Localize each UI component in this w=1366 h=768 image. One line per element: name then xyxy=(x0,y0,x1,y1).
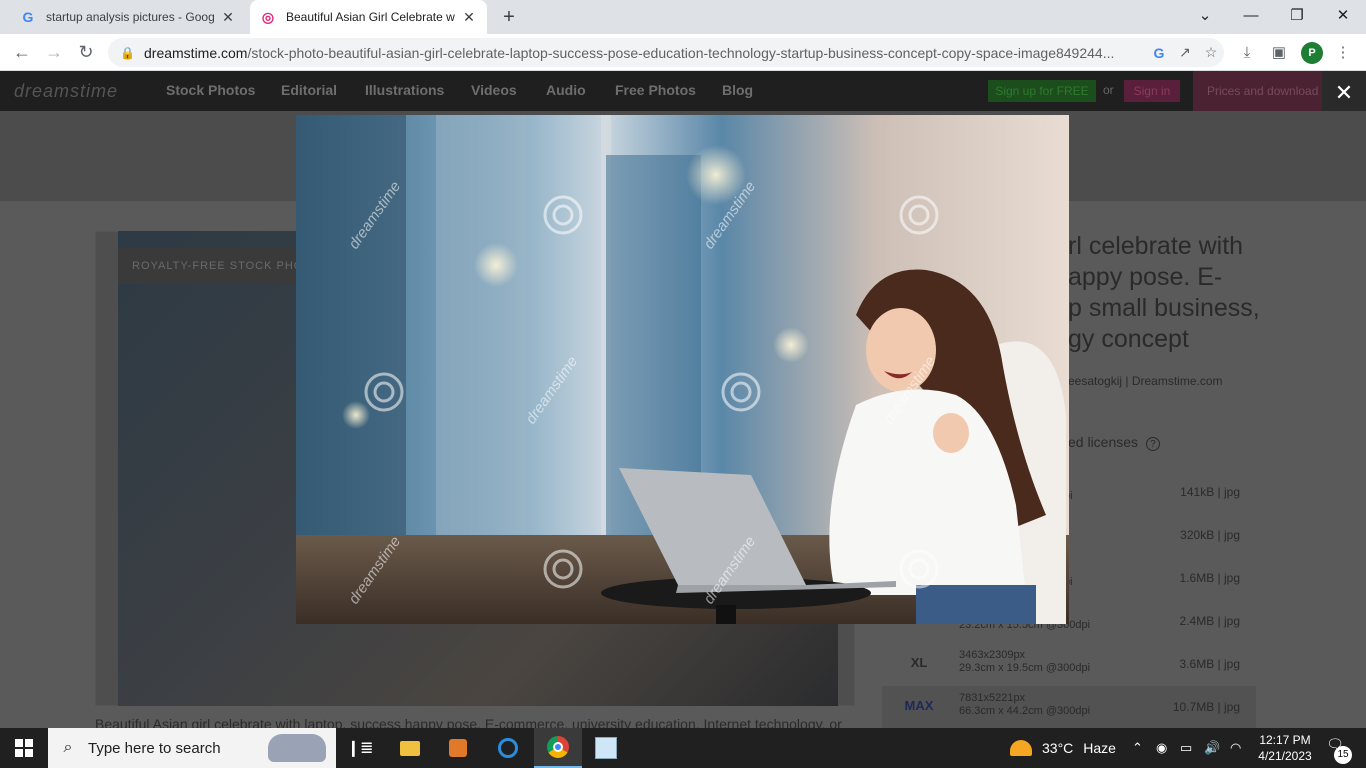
lightbox-image[interactable]: dreamstime dreamstime dreamstime dreamst… xyxy=(296,115,1069,624)
haze-sun-icon xyxy=(1010,740,1032,756)
wifi-icon[interactable]: ◠ xyxy=(1230,728,1241,768)
tab-title: startup analysis pictures - Google xyxy=(46,10,214,24)
size-code: XL xyxy=(910,655,928,670)
back-button[interactable]: ← xyxy=(10,40,34,64)
signin-button[interactable]: Sign in xyxy=(1124,80,1180,102)
task-view-icon[interactable]: ❙≣ xyxy=(336,728,384,768)
or-text: or xyxy=(1103,83,1114,97)
signup-button[interactable]: Sign up for FREE xyxy=(988,80,1096,102)
weather-widget[interactable]: 33°C Haze xyxy=(1010,728,1116,768)
new-tab-button[interactable]: + xyxy=(498,6,520,28)
size-cm: 29.3cm x 19.5cm @300dpi xyxy=(959,662,1091,674)
nav-blog[interactable]: Blog xyxy=(722,82,753,98)
title-line: gy concept xyxy=(1068,325,1189,353)
size-row[interactable]: MAX 7831x5221px 66.3cm x 44.2cm @300dpi 1… xyxy=(882,686,1256,728)
download-icon[interactable]: ⤓ xyxy=(1236,42,1258,64)
lock-icon[interactable]: 🔒 xyxy=(120,46,135,60)
nav-audio[interactable]: Audio xyxy=(546,82,586,98)
nav-videos[interactable]: Videos xyxy=(471,82,517,98)
photo-caption: Beautiful Asian girl celebrate with lapt… xyxy=(95,716,842,728)
close-tab-icon[interactable]: ✕ xyxy=(461,9,477,26)
title-line: p small business, xyxy=(1068,294,1260,322)
reload-button[interactable]: ↻ xyxy=(74,40,98,64)
size-dimensions: 3463x2309px 29.3cm x 19.5cm @300dpi xyxy=(959,649,1090,675)
manatee-search-highlight-icon xyxy=(268,734,326,762)
size-file: 1.6MB | jpg xyxy=(1179,571,1240,585)
size-file: 2.4MB | jpg xyxy=(1179,614,1240,628)
windows-logo-icon xyxy=(15,739,33,757)
restore-button[interactable]: ❐ xyxy=(1274,0,1320,34)
close-lightbox-button[interactable]: ✕ xyxy=(1322,71,1366,115)
system-clock[interactable]: 12:17 PM 4/21/2023 xyxy=(1255,732,1315,764)
volume-icon[interactable]: 🔊 xyxy=(1204,728,1220,768)
meet-now-icon[interactable]: ◉ xyxy=(1156,728,1167,768)
title-line: appy pose. E- xyxy=(1068,263,1223,291)
nav-illustrations[interactable]: Illustrations xyxy=(365,82,444,98)
address-bar[interactable]: 🔒 dreamstime.com /stock-photo-beautiful-… xyxy=(108,38,1224,67)
chrome-icon[interactable] xyxy=(534,728,582,768)
title-line: rl celebrate with xyxy=(1068,232,1244,260)
clock-date: 4/21/2023 xyxy=(1258,749,1312,763)
notification-center-icon[interactable]: 🗨 15 xyxy=(1322,736,1352,764)
close-window-button[interactable]: ✕ xyxy=(1320,0,1366,34)
tab-dreamstime[interactable]: ◎ Beautiful Asian Girl Celebrate wit ✕ xyxy=(250,0,487,34)
close-tab-icon[interactable]: ✕ xyxy=(220,9,236,26)
media-player-icon[interactable] xyxy=(434,728,482,768)
search-placeholder: Type here to search xyxy=(88,739,221,757)
size-file: 3.6MB | jpg xyxy=(1179,657,1240,671)
start-button[interactable] xyxy=(0,728,48,768)
weather-temp: 33°C xyxy=(1042,740,1074,756)
licenses-heading: ed licenses ? xyxy=(1068,434,1160,451)
licenses-text: ed licenses xyxy=(1068,434,1139,450)
size-code: MAX xyxy=(904,698,934,713)
nav-free-photos[interactable]: Free Photos xyxy=(615,82,696,98)
stock-photo: dreamstime dreamstime dreamstime dreamst… xyxy=(296,115,1069,624)
author-credit[interactable]: eesatogkij | Dreamstime.com xyxy=(1068,374,1223,388)
profile-avatar[interactable]: P xyxy=(1301,42,1323,64)
show-hidden-icons-chevron-icon[interactable]: ⌃ xyxy=(1132,728,1143,768)
photo-title: rl celebrate with appy pose. E- p small … xyxy=(1068,231,1260,355)
app-circle-icon[interactable] xyxy=(484,728,532,768)
size-px: 3463x2309px xyxy=(959,649,1026,661)
prices-button[interactable]: Prices and download plans xyxy=(1193,71,1323,111)
tab-title: Beautiful Asian Girl Celebrate wit xyxy=(286,10,455,24)
weather-condition: Haze xyxy=(1083,740,1116,756)
windows-taskbar: ⌕ Type here to search ❙≣ 33°C Haze ⌃ ◉ ▭… xyxy=(0,728,1366,768)
share-icon[interactable]: ↗ xyxy=(1172,44,1198,61)
bookmark-star-icon[interactable]: ☆ xyxy=(1198,44,1224,61)
size-file: 141kB | jpg xyxy=(1180,485,1240,499)
nav-editorial[interactable]: Editorial xyxy=(281,82,337,98)
google-lens-icon[interactable]: G xyxy=(1146,45,1172,61)
minimize-button[interactable]: — xyxy=(1228,0,1274,34)
size-file: 320kB | jpg xyxy=(1180,528,1240,542)
snipping-tool-icon[interactable] xyxy=(582,728,630,768)
menu-kebab-icon[interactable]: ⋮ xyxy=(1332,42,1354,64)
file-explorer-icon[interactable] xyxy=(386,728,434,768)
size-row[interactable]: XL 3463x2309px 29.3cm x 19.5cm @300dpi 3.… xyxy=(882,643,1256,686)
site-header: dreamstime Stock Photos Editorial Illust… xyxy=(0,71,1366,111)
size-cm: 66.3cm x 44.2cm @300dpi xyxy=(959,705,1091,717)
size-dimensions: 7831x5221px 66.3cm x 44.2cm @300dpi xyxy=(959,692,1090,718)
browser-toolbar: ← → ↻ 🔒 dreamstime.com /stock-photo-beau… xyxy=(0,34,1366,71)
tab-google-search[interactable]: G startup analysis pictures - Google ✕ xyxy=(10,0,246,34)
help-icon[interactable]: ? xyxy=(1145,437,1160,451)
url-path: /stock-photo-beautiful-asian-girl-celebr… xyxy=(247,44,1115,61)
taskbar-search[interactable]: ⌕ Type here to search xyxy=(48,728,336,768)
clock-time: 12:17 PM xyxy=(1259,733,1311,747)
tab-search-chevron-icon[interactable]: ⌄ xyxy=(1182,0,1228,34)
search-icon: ⌕ xyxy=(63,739,73,756)
nav-stock-photos[interactable]: Stock Photos xyxy=(166,82,255,98)
notification-count-badge: 15 xyxy=(1334,746,1352,764)
size-file: 10.7MB | jpg xyxy=(1172,700,1240,714)
tab-strip: G startup analysis pictures - Google ✕ ◎… xyxy=(0,0,1366,34)
forward-button[interactable]: → xyxy=(42,40,66,64)
side-panel-icon[interactable]: ▣ xyxy=(1268,42,1290,64)
size-px: 7831x5221px xyxy=(959,692,1026,704)
dreamstime-icon: ◎ xyxy=(261,8,275,25)
google-g-icon: G xyxy=(22,9,34,25)
dreamstime-logo[interactable]: dreamstime xyxy=(14,81,118,102)
battery-icon[interactable]: ▭ xyxy=(1180,728,1192,768)
url-host: dreamstime.com xyxy=(144,44,248,61)
